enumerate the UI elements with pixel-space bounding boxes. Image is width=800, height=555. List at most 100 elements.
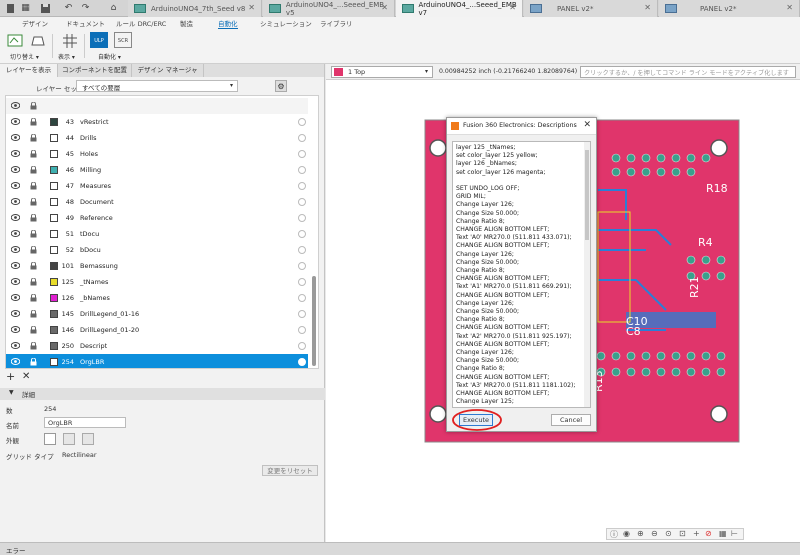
layer-row[interactable]: 126 _bNames <box>6 290 308 306</box>
menu-design[interactable]: デザイン <box>22 18 48 28</box>
eye-icon[interactable] <box>11 342 20 349</box>
reset-changes-button[interactable]: 変更をリセット <box>262 465 318 476</box>
lock-icon[interactable] <box>30 102 37 110</box>
layer-radio[interactable] <box>298 214 306 222</box>
doc-tab-3[interactable]: PANEL v2* ✕ <box>524 0 658 17</box>
layer-color-swatch[interactable] <box>50 118 58 126</box>
layer-row[interactable]: 146 DrillLegend_01-20 <box>6 322 308 338</box>
name-input[interactable]: OrgLBR <box>44 417 126 428</box>
layer-row[interactable]: 49 Reference <box>6 210 308 226</box>
close-icon[interactable]: ✕ <box>583 120 591 130</box>
zoom-out-icon[interactable]: ⊖ <box>651 529 658 538</box>
layer-radio[interactable] <box>298 134 306 142</box>
menu-automate[interactable]: 自動化 <box>218 18 238 29</box>
delete-layer-button[interactable]: ✕ <box>22 371 30 382</box>
layer-radio[interactable] <box>298 198 306 206</box>
eye-icon[interactable] <box>11 310 20 317</box>
close-icon[interactable]: ✕ <box>786 3 793 12</box>
layer-radio[interactable] <box>298 262 306 270</box>
eye-icon[interactable]: ◉ <box>623 529 630 538</box>
tab-show-layers[interactable]: レイヤーを表示 <box>0 64 58 77</box>
doc-tab-2[interactable]: ArduinoUNO4_...Seeed_EMB v7 ✕ <box>396 0 523 17</box>
menu-rules[interactable]: ルール DRC/ERC <box>116 18 166 28</box>
scrollbar[interactable] <box>584 142 590 407</box>
layer-color-swatch[interactable] <box>50 326 58 334</box>
lock-icon[interactable] <box>30 118 37 126</box>
layer-radio[interactable] <box>298 118 306 126</box>
layer-row[interactable]: 44 Drills <box>6 130 308 146</box>
layer-row[interactable]: 51 tDocu <box>6 226 308 242</box>
save-icon[interactable] <box>40 3 51 14</box>
layer-row[interactable]: 254 OrgLBR <box>6 354 308 368</box>
switch-label[interactable]: 切り替え ▾ <box>10 52 39 61</box>
layer-color-swatch[interactable] <box>50 358 58 366</box>
layer-radio[interactable] <box>298 358 306 366</box>
layer-select[interactable]: 1 Top ▾ <box>331 66 433 78</box>
tab-place-components[interactable]: コンポーネントを配置 <box>58 64 132 77</box>
eye-icon[interactable] <box>11 150 20 157</box>
eye-icon[interactable] <box>11 214 20 221</box>
layer-color-swatch[interactable] <box>50 342 58 350</box>
layer-color-swatch[interactable] <box>50 262 58 270</box>
automate-label[interactable]: 自動化 ▾ <box>98 52 121 61</box>
lock-icon[interactable] <box>30 246 37 254</box>
eye-icon[interactable] <box>11 166 20 173</box>
eye-icon[interactable] <box>11 246 20 253</box>
undo-icon[interactable]: ↶ <box>63 3 74 14</box>
menu-document[interactable]: ドキュメント <box>66 18 105 28</box>
layer-row[interactable]: 45 Holes <box>6 146 308 162</box>
zoom-select-icon[interactable]: ⊡ <box>679 529 686 538</box>
eye-icon[interactable] <box>11 182 20 189</box>
schematic-switch-button[interactable] <box>6 32 24 48</box>
zoom-fit-icon[interactable]: ⊙ <box>665 529 672 538</box>
add-icon[interactable]: + <box>693 529 700 538</box>
layer-radio[interactable] <box>298 310 306 318</box>
scrollbar-thumb[interactable] <box>312 276 316 366</box>
eye-icon[interactable] <box>11 134 20 141</box>
grid-button[interactable] <box>60 32 78 48</box>
doc-tab-1[interactable]: ArduinoUNO4_...Seeed_EMB v5 ✕ <box>263 0 395 17</box>
appearance-fill-swatch[interactable] <box>63 433 75 445</box>
lock-icon[interactable] <box>30 134 37 142</box>
layer-radio[interactable] <box>298 166 306 174</box>
layer-color-swatch[interactable] <box>50 214 58 222</box>
add-layer-button[interactable]: + <box>6 370 15 383</box>
eye-icon[interactable] <box>11 102 20 109</box>
lock-icon[interactable] <box>30 230 37 238</box>
script-textarea[interactable]: layer 125 _tNames; set color_layer 125 ye… <box>452 141 591 408</box>
layer-color-swatch[interactable] <box>50 230 58 238</box>
lock-icon[interactable] <box>30 166 37 174</box>
details-header[interactable]: ▼ 詳細 <box>0 388 325 400</box>
board-switch-button[interactable] <box>28 32 46 48</box>
eye-icon[interactable] <box>11 294 20 301</box>
info-icon[interactable]: ⓘ <box>610 529 618 540</box>
grid-icon[interactable]: ▦ <box>719 529 727 538</box>
lock-icon[interactable] <box>30 198 37 206</box>
layer-color-swatch[interactable] <box>50 134 58 142</box>
redo-icon[interactable]: ↷ <box>80 3 91 14</box>
eye-icon[interactable] <box>11 278 20 285</box>
grid-menu-icon[interactable]: ▦ <box>20 3 31 14</box>
eye-icon[interactable] <box>11 198 20 205</box>
layer-radio[interactable] <box>298 342 306 350</box>
layer-radio[interactable] <box>298 182 306 190</box>
layer-radio[interactable] <box>298 230 306 238</box>
layer-color-swatch[interactable] <box>50 310 58 318</box>
layer-color-swatch[interactable] <box>50 294 58 302</box>
zoom-in-icon[interactable]: ⊕ <box>637 529 644 538</box>
layer-color-swatch[interactable] <box>50 278 58 286</box>
doc-tab-4[interactable]: PANEL v2* ✕ <box>659 0 800 17</box>
close-icon[interactable]: ✕ <box>644 3 651 12</box>
eye-icon[interactable] <box>11 230 20 237</box>
eye-icon[interactable] <box>11 326 20 333</box>
layer-row[interactable]: 125 _tNames <box>6 274 308 290</box>
lock-icon[interactable] <box>30 326 37 334</box>
layer-row[interactable]: 250 Descript <box>6 338 308 354</box>
eye-icon[interactable] <box>11 358 20 365</box>
layer-color-swatch[interactable] <box>50 182 58 190</box>
lock-icon[interactable] <box>30 358 37 366</box>
lock-icon[interactable] <box>30 182 37 190</box>
close-icon[interactable]: ✕ <box>248 3 255 12</box>
layer-color-swatch[interactable] <box>50 166 58 174</box>
dialog-titlebar[interactable]: Fusion 360 Electronics: Descriptions ✕ <box>447 118 596 135</box>
